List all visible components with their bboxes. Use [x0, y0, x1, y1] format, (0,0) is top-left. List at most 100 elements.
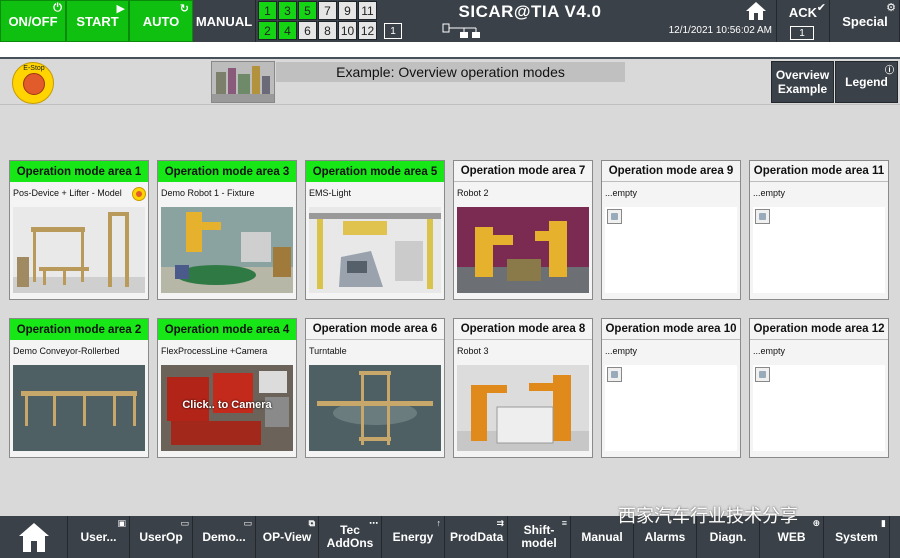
- mode-area-cell[interactable]: 7: [318, 1, 337, 20]
- area-preview-image[interactable]: [309, 207, 441, 293]
- operation-area-description: ...empty: [605, 188, 638, 198]
- mode-area-cell[interactable]: 2: [258, 21, 277, 40]
- mode-area-cell[interactable]: 8: [318, 21, 337, 40]
- operation-area-card[interactable]: Operation mode area 10 ...empty: [601, 318, 741, 458]
- overview-example-label: Overview Example: [775, 68, 830, 96]
- nav-button-shift-model[interactable]: Shift-model ≡: [508, 516, 571, 558]
- start-button[interactable]: START ▶: [66, 0, 129, 42]
- auto-button[interactable]: AUTO ↻: [129, 0, 193, 42]
- estop-icon: [23, 73, 45, 95]
- area-preview-image[interactable]: [309, 365, 441, 451]
- area-scene-graphic: [457, 207, 589, 293]
- on-off-button[interactable]: ON/OFF ⏻: [0, 0, 66, 42]
- mode-area-cell[interactable]: 6: [298, 21, 317, 40]
- datetime: 12/1/2021 10:56:02 AM: [668, 25, 772, 36]
- nav-button-system[interactable]: System ▮: [824, 516, 890, 558]
- operation-area-description: Turntable: [309, 346, 347, 356]
- nav-button-userop[interactable]: UserOp ▭: [130, 516, 193, 558]
- area-scene-graphic: [457, 365, 589, 451]
- operation-area-card[interactable]: Operation mode area 3 Demo Robot 1 - Fixt…: [157, 160, 297, 300]
- screen-number: 1: [390, 25, 396, 37]
- nav-button-tec-addons[interactable]: Tec AddOns ⋯: [319, 516, 382, 558]
- nav-button-proddata[interactable]: ProdData ⇉: [445, 516, 508, 558]
- settings-icon: ⚙: [886, 2, 896, 14]
- overview-example-button[interactable]: Overview Example: [771, 61, 834, 103]
- ack-label: ACK: [788, 5, 818, 20]
- broken-image-icon: [755, 367, 770, 382]
- home-button[interactable]: [0, 516, 68, 558]
- operation-area-card[interactable]: Operation mode area 8 Robot 3: [453, 318, 593, 458]
- camera-link-overlay[interactable]: Click.. to Camera: [161, 399, 293, 411]
- overview-thumbnail[interactable]: [211, 61, 275, 103]
- mode-area-cell[interactable]: 1: [258, 1, 277, 20]
- page-title: Example: Overview operation modes: [276, 62, 625, 82]
- operation-area-card[interactable]: Operation mode area 2 Demo Conveyor-Rolle…: [9, 318, 149, 458]
- empty-image-placeholder[interactable]: [605, 365, 737, 451]
- empty-image-placeholder[interactable]: [753, 207, 885, 293]
- operation-area-card[interactable]: Operation mode area 4 FlexProcessLine +Ca…: [157, 318, 297, 458]
- network-icon: [442, 23, 480, 38]
- nav-button-label: ProdData: [450, 529, 504, 544]
- operation-area-card[interactable]: Operation mode area 1 Pos-Device + Lifter…: [9, 160, 149, 300]
- manual-button[interactable]: MANUAL: [193, 0, 256, 42]
- nav-button-user[interactable]: User... ▣: [68, 516, 130, 558]
- nav-button-label: Manual: [581, 529, 623, 544]
- operation-area-description: FlexProcessLine +Camera: [161, 346, 268, 356]
- area-preview-image[interactable]: [161, 207, 293, 293]
- operation-area-card[interactable]: Operation mode area 6 Turntable: [305, 318, 445, 458]
- operation-area-description: Robot 3: [457, 346, 489, 356]
- mode-area-cell[interactable]: 12: [358, 21, 377, 40]
- legend-button[interactable]: Legend ⓘ: [835, 61, 898, 103]
- watermark: 西家汽车行业技术分享: [618, 506, 798, 526]
- mode-area-cell[interactable]: 9: [338, 1, 357, 20]
- nav-button-label: Demo...: [202, 529, 246, 544]
- mode-area-cell[interactable]: 10: [338, 21, 357, 40]
- area-preview-image[interactable]: [13, 365, 145, 451]
- estop-label: E-Stop: [23, 65, 45, 72]
- area-preview-image[interactable]: [457, 365, 589, 451]
- operation-area-description: ...empty: [753, 188, 786, 198]
- screen-number-indicator[interactable]: 1: [384, 23, 402, 39]
- area-scene-graphic: [309, 365, 441, 451]
- nav-button-label: WEB: [777, 529, 806, 544]
- mode-area-cell[interactable]: 5: [298, 1, 317, 20]
- start-label: START: [76, 13, 119, 29]
- operation-area-title: Operation mode area 2: [10, 319, 148, 340]
- nav-button-op-view[interactable]: OP-View ⧉: [256, 516, 319, 558]
- nav-button-label: Diagn.: [709, 529, 747, 544]
- bars-icon: ▮: [881, 518, 886, 528]
- nav-button-label: Alarms: [644, 529, 686, 544]
- area-preview-image[interactable]: Click.. to Camera: [161, 365, 293, 451]
- mode-area-cell[interactable]: 3: [278, 1, 297, 20]
- message-strip: [0, 42, 900, 59]
- operation-area-card[interactable]: Operation mode area 12 ...empty: [749, 318, 889, 458]
- more-icon: ⋯: [369, 518, 378, 528]
- on-off-label: ON/OFF: [8, 13, 58, 29]
- operation-area-title: Operation mode area 6: [306, 319, 444, 340]
- operation-area-title: Operation mode area 7: [454, 161, 592, 182]
- app-title: SICAR@TIA V4.0: [458, 2, 602, 21]
- operation-area-card[interactable]: Operation mode area 7 Robot 2: [453, 160, 593, 300]
- area-preview-image[interactable]: [13, 207, 145, 293]
- mode-area-cell[interactable]: 11: [358, 1, 377, 20]
- operation-area-title: Operation mode area 1: [10, 161, 148, 182]
- mode-area-grid: 1 3 5 7 9 11 2 4 6 8 10 12: [258, 1, 377, 41]
- operation-area-card[interactable]: Operation mode area 11 ...empty: [749, 160, 889, 300]
- operation-area-card[interactable]: Operation mode area 5 EMS-Light: [305, 160, 445, 300]
- mode-area-cell[interactable]: 4: [278, 21, 297, 40]
- area-preview-image[interactable]: [457, 207, 589, 293]
- user-icon: ▣: [117, 518, 126, 528]
- operation-area-card[interactable]: Operation mode area 9 ...empty: [601, 160, 741, 300]
- nav-button-label: System: [835, 529, 878, 544]
- home-icon[interactable]: [745, 1, 767, 21]
- nav-button-demo[interactable]: Demo... ▭: [193, 516, 256, 558]
- empty-image-placeholder[interactable]: [605, 207, 737, 293]
- list-icon: ≡: [561, 518, 567, 528]
- empty-image-placeholder[interactable]: [753, 365, 885, 451]
- special-button[interactable]: Special ⚙: [831, 0, 900, 42]
- check-icon: ✔: [816, 2, 826, 14]
- energy-icon: ↑: [436, 518, 442, 528]
- header-divider: [0, 104, 900, 105]
- web-icon: ⊕: [812, 518, 820, 528]
- nav-button-energy[interactable]: Energy ↑: [382, 516, 445, 558]
